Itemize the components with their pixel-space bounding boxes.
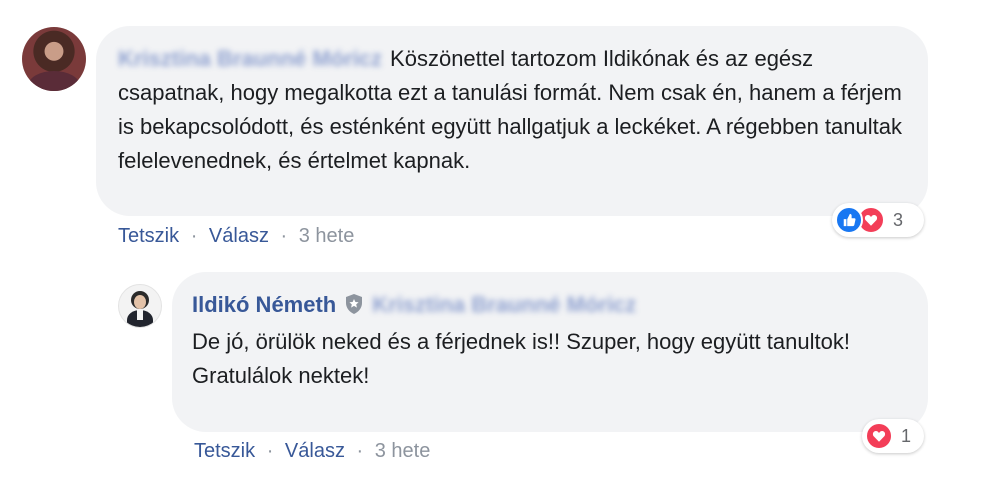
separator: ·: [190, 225, 198, 247]
reply-link[interactable]: Válasz: [209, 225, 269, 247]
separator: ·: [280, 225, 288, 247]
separator: ·: [266, 440, 274, 462]
comment-author-avatar[interactable]: [22, 27, 86, 91]
comment-body: Krisztina Braunné Móricz Köszönettel tart…: [118, 42, 908, 178]
like-icon: [835, 206, 863, 234]
reply-body: Ildikó Németh Krisztina Braunné Móricz De…: [192, 288, 912, 393]
like-link[interactable]: Tetszik: [194, 440, 255, 462]
love-icon: [865, 422, 893, 450]
avatar-face: [134, 295, 146, 309]
comment-reactions[interactable]: 3: [832, 203, 924, 237]
comment-author-name[interactable]: Krisztina Braunné Móricz: [118, 46, 382, 71]
avatar-shoulders: [28, 71, 80, 91]
reply-author-name[interactable]: Ildikó Németh: [192, 292, 336, 317]
reply-link[interactable]: Válasz: [285, 440, 345, 462]
reaction-count: 1: [901, 425, 912, 446]
like-link[interactable]: Tetszik: [118, 225, 179, 247]
comment-bubble: Krisztina Braunné Móricz Köszönettel tart…: [96, 26, 928, 216]
reply-timestamp[interactable]: 3 hete: [375, 440, 431, 462]
reply-author-avatar[interactable]: [118, 284, 162, 328]
reply-actions: Tetszik · Válasz · 3 hete: [194, 440, 430, 463]
reply-text: De jó, örülök neked és a férjednek is!! …: [192, 329, 850, 388]
avatar-collar: [137, 310, 143, 320]
comment-timestamp[interactable]: 3 hete: [299, 225, 355, 247]
separator: ·: [356, 440, 364, 462]
comment-actions: Tetszik · Válasz · 3 hete: [118, 225, 354, 248]
admin-shield-icon: [344, 291, 364, 325]
reply-bubble: Ildikó Németh Krisztina Braunné Móricz De…: [172, 272, 928, 432]
reply-mention[interactable]: Krisztina Braunné Móricz: [372, 292, 636, 317]
reaction-count: 3: [893, 209, 904, 230]
reply-reactions[interactable]: 1: [862, 419, 924, 453]
